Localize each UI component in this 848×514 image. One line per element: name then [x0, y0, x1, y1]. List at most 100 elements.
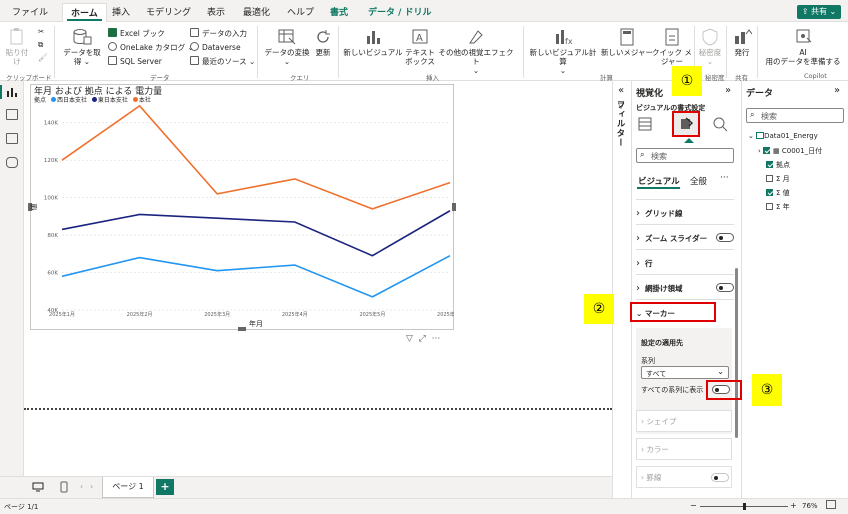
border-toggle[interactable] [711, 473, 729, 482]
prep-ai-button[interactable]: AI 用のデータを準備する [760, 28, 846, 66]
zoom-slider-toggle[interactable] [716, 233, 734, 242]
chart-plot[interactable]: 40K60K80K100K120K140K2025年1月 2025年2月 2025年… [30, 102, 454, 334]
menu-modeling[interactable]: モデリング [146, 5, 191, 18]
transform-data-button[interactable]: データの変換 ⌄ [262, 28, 312, 66]
menu-help[interactable]: ヘルプ [287, 5, 314, 18]
tab-visual[interactable]: ビジュアル [638, 175, 680, 187]
dataverse-button[interactable]: Dataverse [190, 42, 241, 52]
focus-mode-icon[interactable]: ⤢ [419, 334, 426, 344]
page-tab[interactable]: ページ 1 [102, 477, 154, 498]
data-pane-title: データ [746, 89, 774, 99]
excel-button[interactable]: Excel ブック [108, 28, 165, 39]
field-year-label: 年 [782, 203, 790, 211]
mobile-view-icon[interactable] [60, 481, 68, 493]
chevron-down-icon: ⌄ [748, 132, 754, 140]
series-line-2[interactable] [61, 104, 451, 210]
report-view-icon[interactable] [6, 87, 18, 98]
onelake-label: OneLake カタログ [120, 43, 186, 52]
new-visual-button[interactable]: 新しいビジュアル [342, 28, 404, 57]
get-data-button[interactable]: データを取得 ⌄ [60, 28, 104, 66]
fit-page-icon[interactable] [826, 500, 836, 509]
format-painter-icon[interactable]: 🖌 [38, 53, 48, 62]
onelake-button[interactable]: OneLake カタログ ⌄ [108, 42, 194, 53]
x-tick-label: 2025年6月 [437, 311, 454, 318]
paste-button[interactable]: 貼り付け [4, 28, 30, 66]
menu-bar: ファイル ホーム 挿入 モデリング 表示 最適化 ヘルプ 書式 データ / ドリ… [0, 0, 848, 22]
shaded-area-toggle[interactable] [716, 283, 734, 292]
model-view-icon[interactable] [6, 133, 18, 144]
menu-file[interactable]: ファイル [12, 5, 48, 18]
field-checkbox[interactable] [766, 203, 773, 210]
field-checkbox[interactable] [766, 189, 773, 196]
filter-pane-label[interactable]: フィルター [614, 100, 626, 148]
data-search-box[interactable]: ⌕ 検索 [746, 108, 844, 123]
zoom-slider-thumb[interactable] [743, 503, 746, 510]
series-line-0[interactable] [61, 254, 451, 298]
dax-view-icon[interactable] [6, 157, 18, 168]
collapse-data-icon[interactable]: » [834, 85, 840, 96]
series-line-1[interactable] [61, 210, 451, 257]
viz-search-box[interactable]: ⌕ 検索 [636, 148, 734, 163]
recent-label: 最近のソース [202, 57, 247, 66]
publish-button[interactable]: 発行 [730, 28, 754, 57]
collapse-viz-icon[interactable]: » [725, 85, 731, 96]
field-month[interactable]: Σ 月 [766, 174, 790, 184]
field-year[interactable]: Σ 年 [766, 202, 790, 212]
border-subsection[interactable]: › 罫線 [636, 466, 732, 488]
zoom-in-icon[interactable]: + [790, 501, 797, 510]
menu-home[interactable]: ホーム [62, 3, 107, 22]
new-measure-button[interactable]: 新しいメジャー [600, 28, 654, 57]
field-location[interactable]: 拠点 [766, 160, 790, 170]
more-visuals-button[interactable]: その他の視覚エフェクト ⌄ [436, 28, 516, 75]
tab-more[interactable]: ··· [720, 173, 729, 183]
view-rail [0, 81, 24, 498]
add-page-button[interactable]: + [156, 479, 174, 495]
menu-data-drill[interactable]: データ / ドリル [368, 5, 432, 18]
field-checkbox[interactable] [763, 147, 771, 154]
filter-icon[interactable]: ▽ [406, 334, 413, 344]
field-date[interactable]: › ▦ C0001_日付 [758, 146, 822, 156]
sql-button[interactable]: SQL Server [108, 56, 162, 66]
menu-view[interactable]: 表示 [207, 5, 225, 18]
table-node[interactable]: ⌄ Data01_Energy [748, 132, 818, 140]
menu-format[interactable]: 書式 [330, 5, 348, 18]
quick-measure-button[interactable]: クイック メジャー [652, 28, 692, 66]
section-gridlines[interactable]: グリッド線 [636, 208, 683, 219]
color-subsection[interactable]: › カラー [636, 438, 732, 460]
build-visual-icon[interactable] [637, 116, 653, 132]
cut-icon[interactable]: ✂ [38, 27, 44, 36]
section-zoom-slider[interactable]: ズーム スライダー [636, 233, 707, 244]
tab-general[interactable]: 全般 [690, 175, 707, 187]
refresh-button[interactable]: 更新 [312, 28, 334, 57]
expand-icon[interactable]: « [618, 85, 624, 96]
menu-insert[interactable]: 挿入 [112, 5, 130, 18]
transform-icon [278, 29, 296, 45]
divider [636, 199, 734, 200]
shape-subsection[interactable]: › シェイプ [636, 410, 732, 432]
zoom-out-icon[interactable]: − [690, 501, 697, 510]
menu-optimize[interactable]: 最適化 [243, 5, 270, 18]
annotation-2: ② [584, 294, 614, 324]
section-lines[interactable]: 行 [636, 258, 653, 269]
separator [338, 26, 339, 78]
sensitivity-button[interactable]: 秘密度 ⌄ [697, 28, 723, 66]
prev-page-icon[interactable]: ‹ [80, 482, 83, 491]
share-button[interactable]: ⇪ 共有 ⌄ [797, 5, 841, 19]
more-options-icon[interactable]: ··· [432, 334, 441, 344]
series-dropdown[interactable]: すべて ⌄ [641, 366, 729, 379]
next-page-icon[interactable]: › [90, 482, 93, 491]
desktop-view-icon[interactable] [32, 482, 44, 492]
field-value[interactable]: Σ 値 [766, 188, 790, 198]
divider [636, 249, 734, 250]
copy-icon[interactable]: ⧉ [38, 40, 43, 50]
analytics-icon[interactable] [712, 116, 728, 132]
section-shaded-area[interactable]: 網掛け領域 [636, 283, 683, 294]
recent-sources-button[interactable]: 最近のソース ⌄ [190, 56, 255, 67]
field-checkbox[interactable] [766, 175, 773, 182]
viz-scrollbar[interactable] [735, 268, 738, 438]
field-checkbox[interactable] [766, 161, 773, 168]
table-view-icon[interactable] [6, 109, 18, 120]
enter-data-button[interactable]: データの入力 [190, 28, 247, 39]
new-visual-calc-button[interactable]: fx 新しいビジュアル計算 ⌄ [526, 28, 600, 75]
textbox-button[interactable]: A テキスト ボックス [404, 28, 436, 66]
